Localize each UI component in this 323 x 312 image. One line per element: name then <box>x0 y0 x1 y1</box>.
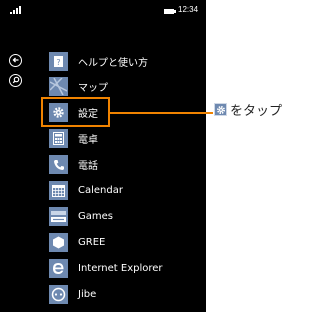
app-item-internet-explorer[interactable]: Internet Explorer <box>49 259 163 278</box>
app-item-help[interactable]: ? ヘルプと使い方 <box>49 52 148 71</box>
app-label: マップ <box>78 83 108 94</box>
status-bar: 12:34 <box>0 0 206 22</box>
app-label: Internet Explorer <box>78 263 163 274</box>
back-arrow-icon[interactable] <box>9 54 22 67</box>
app-label: Calendar <box>78 185 123 196</box>
battery-icon <box>164 9 176 14</box>
internet-explorer-icon <box>49 259 68 278</box>
phone-screen: 12:34 ? ヘルプと使い方 マップ 設定 電卓 電話 Calendar Ga… <box>0 0 206 312</box>
app-item-calculator[interactable]: 電卓 <box>49 129 98 148</box>
callout: をタップ <box>214 100 282 119</box>
callout-text: をタップ <box>230 104 283 119</box>
help-icon: ? <box>49 52 68 71</box>
app-label: 電卓 <box>78 135 98 146</box>
app-label: GREE <box>78 237 106 248</box>
status-time: 12:34 <box>178 5 199 14</box>
app-item-games[interactable]: Games <box>49 207 113 226</box>
app-item-phone[interactable]: 電話 <box>49 155 98 174</box>
svg-text:?: ? <box>56 58 60 67</box>
app-item-jibe[interactable]: Jibe <box>49 285 96 304</box>
app-item-gree[interactable]: GREE <box>49 233 105 252</box>
calculator-icon <box>49 129 68 148</box>
jibe-icon <box>49 285 68 304</box>
xbox-live-icon <box>49 207 68 226</box>
app-label: ヘルプと使い方 <box>78 58 148 69</box>
app-item-maps[interactable]: マップ <box>49 77 108 96</box>
app-label: Jibe <box>78 289 97 300</box>
gear-icon <box>214 103 227 116</box>
search-icon[interactable] <box>9 74 22 87</box>
map-icon <box>49 77 68 96</box>
callout-line <box>110 112 213 114</box>
gree-icon <box>49 233 68 252</box>
phone-icon <box>49 155 68 174</box>
calendar-icon <box>49 181 68 200</box>
app-label: Games <box>78 211 113 222</box>
signal-bars-icon <box>10 6 21 14</box>
app-label: 電話 <box>78 161 98 172</box>
app-item-calendar[interactable]: Calendar <box>49 181 123 200</box>
highlight-frame <box>41 97 110 127</box>
